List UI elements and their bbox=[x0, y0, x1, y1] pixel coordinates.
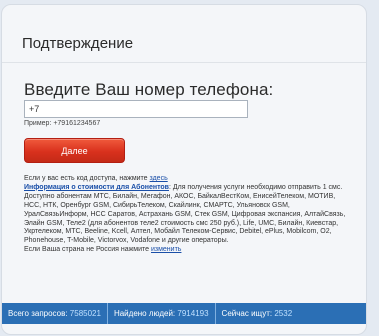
stat-requests: Всего запросов: 7585021 bbox=[2, 309, 107, 318]
phone-input[interactable] bbox=[24, 100, 248, 118]
cost-info-link[interactable]: Информация о стоимости для Абонентов bbox=[24, 184, 169, 191]
stat-requests-label: Всего запросов: bbox=[8, 309, 68, 318]
phone-example: Пример: +79161234567 bbox=[24, 120, 101, 127]
stat-searching-label: Сейчас ищут: bbox=[221, 309, 273, 318]
code-text: Если у вас есть код доступа, нажмите bbox=[24, 175, 150, 182]
info-block: Если у вас есть код доступа, нажмите зде… bbox=[24, 175, 354, 255]
stat-requests-value: 7585021 bbox=[69, 309, 101, 318]
next-button[interactable]: Далее bbox=[24, 138, 125, 163]
page-title: Подтверждение bbox=[22, 35, 134, 52]
title-divider bbox=[2, 62, 366, 63]
stat-found: Найдено людей: 7914193 bbox=[108, 309, 215, 318]
stat-searching-value: 2532 bbox=[274, 309, 293, 318]
stat-searching: Сейчас ищут: 2532 bbox=[216, 309, 299, 318]
country-text: Если Ваша страна не Россия нажмите bbox=[24, 246, 151, 254]
confirmation-panel: Подтверждение Введите Ваш номер телефона… bbox=[1, 4, 367, 335]
code-link[interactable]: здесь bbox=[150, 175, 168, 182]
cost-info-text: : Для получения услуги необходимо отправ… bbox=[24, 183, 346, 245]
stat-found-label: Найдено людей: bbox=[113, 309, 176, 318]
stat-found-value: 7914193 bbox=[177, 309, 209, 318]
phone-heading: Введите Ваш номер телефона: bbox=[24, 80, 274, 99]
change-country-link[interactable]: изменить bbox=[151, 246, 181, 253]
stats-bar: Всего запросов: 7585021 Найдено людей: 7… bbox=[2, 303, 366, 324]
